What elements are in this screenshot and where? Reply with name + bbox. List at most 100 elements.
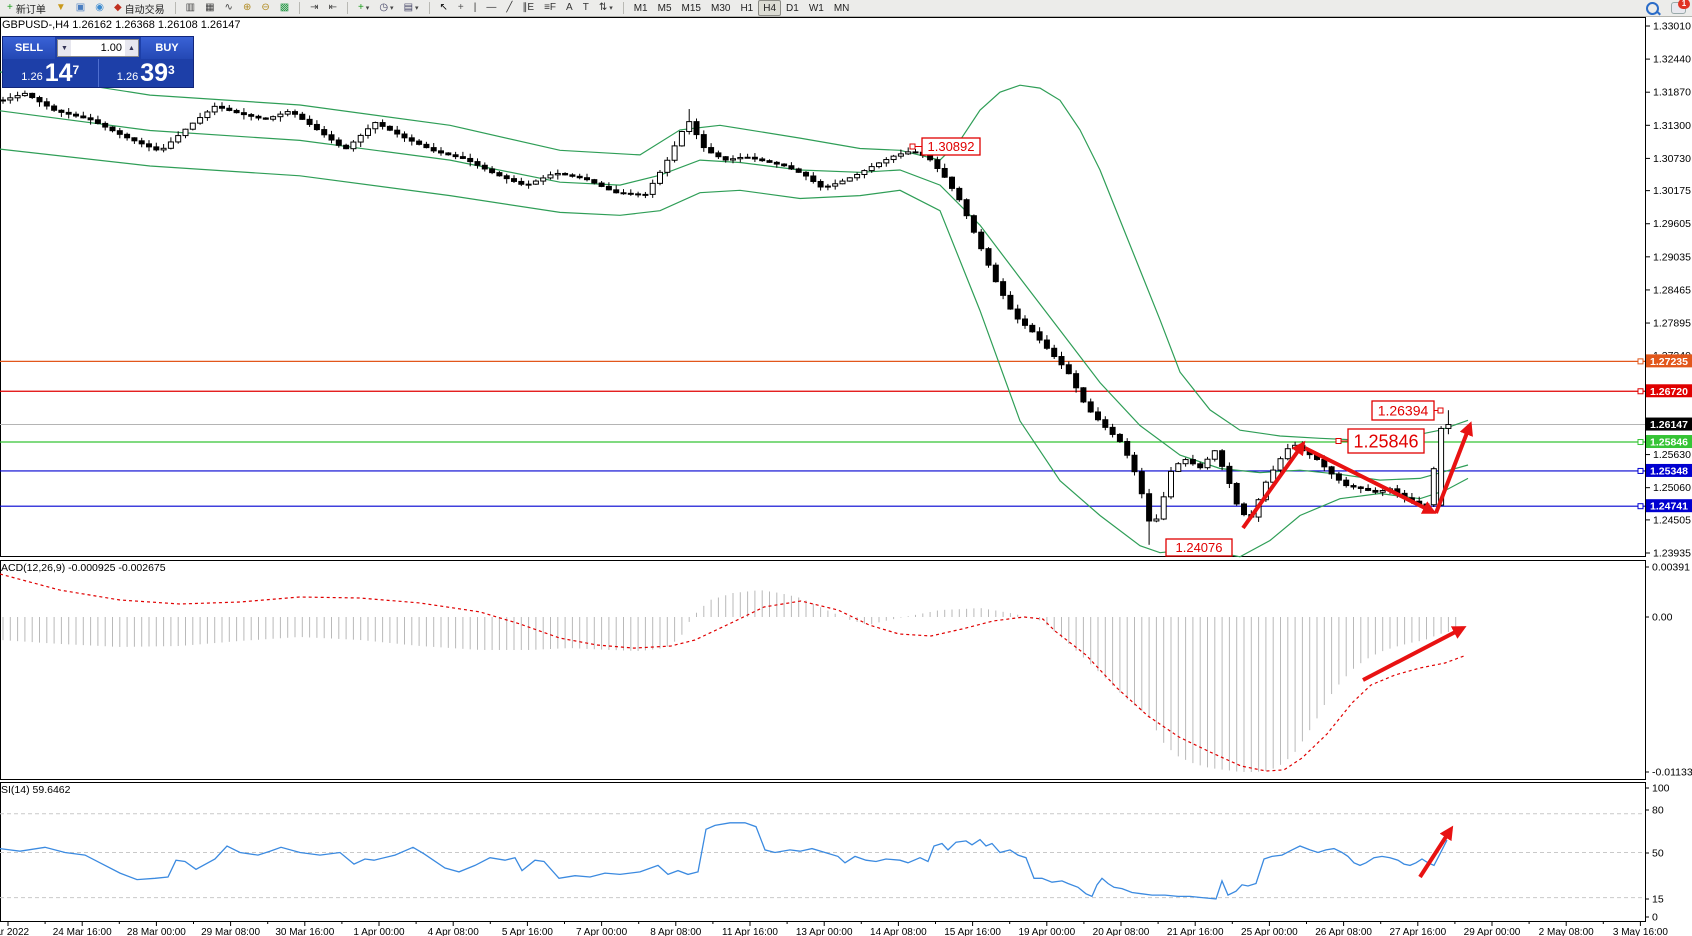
chevron-down-icon: ▾ [390, 4, 394, 12]
svg-text:2 May 08:00: 2 May 08:00 [1539, 927, 1594, 936]
tile-windows-button[interactable]: ▩ [276, 0, 293, 16]
add-indicator-icon: + [358, 2, 364, 14]
signal-button[interactable]: ◉ [91, 0, 108, 16]
signal-icon: ◉ [95, 2, 104, 14]
svg-text:0: 0 [1652, 912, 1658, 924]
zoom-out-icon: ⊖ [261, 2, 269, 14]
toolbar-button-label: 自动交易 [125, 1, 165, 16]
buy-button[interactable]: BUY [141, 37, 193, 59]
lot-size-stepper[interactable]: ▼ 1.00 ▲ [57, 39, 139, 57]
timeframe-m1[interactable]: M1 [629, 0, 653, 16]
sell-price[interactable]: 1.26 14 7 [3, 59, 99, 87]
timeframe-m5[interactable]: M5 [653, 0, 677, 16]
vline-button[interactable]: | [470, 0, 481, 16]
price-axis[interactable]: 1.330101.324401.318701.313001.307301.301… [1645, 21, 1691, 560]
timeframe-m15[interactable]: M15 [677, 0, 706, 16]
notification-badge: 1 [1678, 0, 1690, 9]
svg-text:28 Mar 00:00: 28 Mar 00:00 [127, 927, 186, 936]
text-icon: A [566, 2, 573, 14]
template-button[interactable]: ▤▾ [400, 0, 423, 16]
template-icon: ▤ [404, 2, 413, 14]
toolbar-group: ⇥⇤ [303, 0, 344, 16]
add-indicator-button[interactable]: +▾ [354, 0, 373, 16]
svg-text:1.23935: 1.23935 [1653, 548, 1691, 560]
timeframe-d1[interactable]: D1 [781, 0, 804, 16]
svg-text:1.24076: 1.24076 [1176, 540, 1223, 555]
expert-button[interactable]: ▣ [72, 0, 89, 16]
chart-shift-button[interactable]: ⇤ [325, 0, 341, 16]
svg-text:13 Apr 00:00: 13 Apr 00:00 [796, 927, 853, 936]
lot-size-value[interactable]: 1.00 [71, 40, 125, 56]
svg-text:29 Mar 08:00: 29 Mar 08:00 [201, 927, 260, 936]
svg-text:14 Apr 08:00: 14 Apr 08:00 [870, 927, 927, 936]
toolbar-separator [299, 2, 300, 14]
lot-decrease-button[interactable]: ▼ [58, 40, 71, 56]
sell-price-base: 1.26 [21, 71, 42, 83]
sell-price-big: 14 [45, 61, 73, 86]
svg-text:26 Apr 08:00: 26 Apr 08:00 [1315, 927, 1372, 936]
svg-text:-0.011331: -0.011331 [1652, 767, 1692, 779]
svg-text:1.24505: 1.24505 [1653, 514, 1691, 526]
svg-text:1.31870: 1.31870 [1653, 87, 1691, 99]
fibo-button[interactable]: ≡F [540, 0, 560, 16]
trendline-icon: ╱ [506, 2, 512, 14]
cursor-icon: ↖ [440, 2, 448, 14]
chart-shift-icon: ⇤ [329, 2, 337, 14]
macd-label: ACD(12,26,9) -0.000925 -0.002675 [1, 562, 166, 574]
svg-text:21 Apr 16:00: 21 Apr 16:00 [1167, 927, 1224, 936]
svg-text:1.29605: 1.29605 [1653, 218, 1691, 230]
new-order-button[interactable]: +新订单 [3, 0, 50, 16]
chart-canvas[interactable]: 1.330101.324401.318701.313001.307301.301… [0, 0, 1692, 936]
svg-text:1.26720: 1.26720 [1650, 386, 1688, 398]
line-chart-button[interactable]: ∿ [221, 0, 237, 16]
timeframe-w1[interactable]: W1 [804, 0, 829, 16]
buy-price-sup: 3 [168, 63, 175, 77]
timeframe-m30[interactable]: M30 [706, 0, 735, 16]
timeframe-h1[interactable]: H1 [735, 0, 758, 16]
crosshair-button[interactable]: + [454, 0, 468, 16]
tile-windows-icon: ▩ [280, 2, 289, 14]
chevron-down-icon: ▾ [609, 4, 613, 12]
one-click-trading-panel: SELL ▼ 1.00 ▲ BUY 1.26 14 7 1.26 39 3 [2, 36, 194, 88]
new-order-icon: + [7, 2, 13, 14]
label-button[interactable]: T [579, 0, 593, 16]
toolbar-separator [429, 2, 430, 14]
time-axis[interactable]: Mar 202224 Mar 16:0028 Mar 00:0029 Mar 0… [0, 922, 1668, 936]
timeframe-h4[interactable]: H4 [758, 0, 781, 16]
svg-text:7 Apr 00:00: 7 Apr 00:00 [576, 927, 628, 936]
buy-price-base: 1.26 [117, 71, 138, 83]
search-icon[interactable] [1646, 2, 1659, 15]
text-button[interactable]: A [562, 0, 577, 16]
channel-button[interactable]: ∥E [518, 0, 538, 16]
auto-scroll-icon: ⇥ [310, 2, 318, 14]
svg-text:1.24741: 1.24741 [1650, 501, 1688, 513]
trendline-button[interactable]: ╱ [502, 0, 516, 16]
cursor-button[interactable]: ↖ [436, 0, 452, 16]
price-annotation[interactable]: 1.25846 [1336, 429, 1424, 453]
bar-chart-button[interactable]: ▥ [182, 0, 199, 16]
chat-icon[interactable]: 1 [1671, 2, 1686, 14]
zoom-in-button[interactable]: ⊕ [239, 0, 255, 16]
svg-text:1.25846: 1.25846 [1353, 431, 1418, 451]
sell-button[interactable]: SELL [3, 37, 55, 59]
auto-scroll-button[interactable]: ⇥ [306, 0, 322, 16]
period-button[interactable]: ◷▾ [375, 0, 397, 16]
hline-button[interactable]: — [482, 0, 500, 16]
toolbar-separator [347, 2, 348, 14]
price-annotation[interactable]: 1.26394 [1372, 401, 1443, 420]
svg-text:1.33010: 1.33010 [1653, 21, 1691, 33]
svg-text:25 Apr 00:00: 25 Apr 00:00 [1241, 927, 1298, 936]
autotrade-button[interactable]: ◆自动交易 [110, 0, 169, 16]
mt4-terminal: +新订单▼▣◉◆自动交易▥▦∿⊕⊖▩⇥⇤+▾◷▾▤▾↖+|—╱∥E≡FAT⇅▾M… [0, 0, 1692, 936]
zoom-out-button[interactable]: ⊖ [257, 0, 273, 16]
funnel-button[interactable]: ▼ [52, 0, 70, 16]
buy-price[interactable]: 1.26 39 3 [99, 59, 194, 87]
rsi-label: SI(14) 59.6462 [1, 784, 71, 796]
svg-text:1.26394: 1.26394 [1378, 403, 1429, 419]
period-icon: ◷ [379, 2, 388, 14]
timeframe-mn[interactable]: MN [829, 0, 855, 16]
arrows-button[interactable]: ⇅▾ [595, 0, 617, 16]
candlestick-button[interactable]: ▦ [201, 0, 218, 16]
lot-increase-button[interactable]: ▲ [125, 40, 138, 56]
price-annotation[interactable]: 1.24076 [1166, 539, 1232, 556]
